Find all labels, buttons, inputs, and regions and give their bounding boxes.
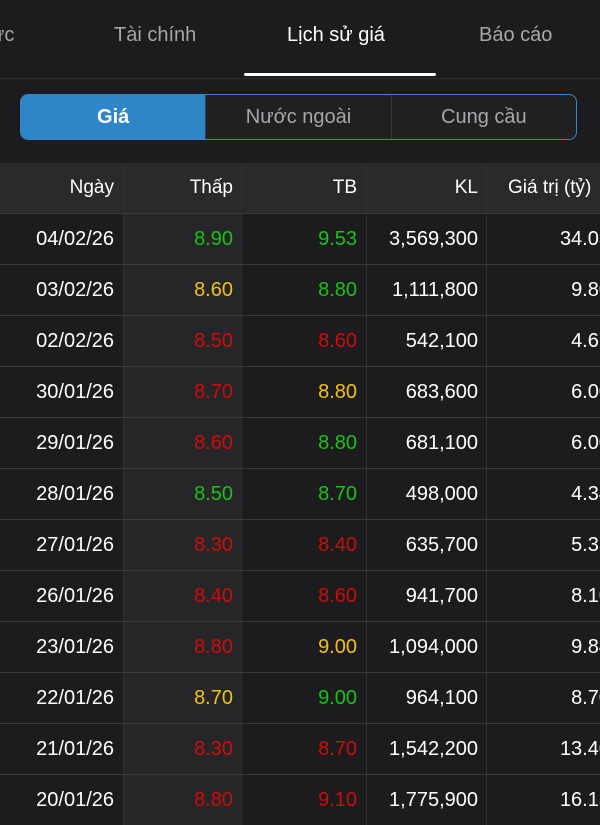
cell-average: 9.00 (318, 687, 357, 709)
cell-average: 8.80 (318, 432, 357, 454)
cell-low: 8.90 (123, 214, 242, 264)
segment-supply-demand[interactable]: Cung cầu (390, 95, 576, 139)
cell-average: 8.70 (318, 738, 357, 760)
cell-low: 8.80 (123, 622, 242, 672)
table-row[interactable]: 28/01/26 8.50 8.70 498,000 4.34 (0, 468, 600, 519)
cell-volume: 1,775,900 (366, 775, 487, 825)
column-header-average[interactable]: TB (243, 163, 365, 213)
cell-low: 8.60 (123, 418, 242, 468)
cell-date: 28/01/26 (36, 483, 114, 505)
table-row[interactable]: 02/02/26 8.50 8.60 542,100 4.67 (0, 315, 600, 366)
cell-average: 9.53 (318, 228, 357, 250)
cell-low: 8.60 (123, 265, 242, 315)
table-row[interactable]: 23/01/26 8.80 9.00 1,094,000 9.84 (0, 621, 600, 672)
active-tab-indicator (244, 73, 436, 76)
cell-low: 8.50 (123, 316, 242, 366)
cell-date: 29/01/26 (36, 432, 114, 454)
tab-reports[interactable]: Báo cáo (479, 24, 552, 54)
table-row[interactable]: 21/01/26 8.30 8.70 1,542,200 13.40 (0, 723, 600, 774)
table-body: 04/02/26 8.90 9.53 3,569,300 34.03 03/02/26 8.… (0, 213, 600, 825)
cell-value: 34.03 (559, 228, 600, 250)
cell-low: 8.80 (123, 775, 242, 825)
cell-average: 8.40 (318, 534, 357, 556)
cell-average: 8.70 (318, 483, 357, 505)
cell-date: 23/01/26 (36, 636, 114, 658)
segment-price[interactable]: Giá (21, 95, 206, 139)
cell-volume: 3,569,300 (366, 214, 487, 264)
cell-value: 6.00 (571, 381, 600, 403)
cell-date: 03/02/26 (36, 279, 114, 301)
cell-date: 22/01/26 (36, 687, 114, 709)
cell-low: 8.30 (123, 724, 242, 774)
cell-volume: 542,100 (366, 316, 487, 366)
cell-average: 9.10 (318, 789, 357, 811)
cell-value: 4.67 (571, 330, 600, 352)
cell-low: 8.50 (123, 469, 242, 519)
cell-low: 8.30 (123, 520, 242, 570)
cell-date: 20/01/26 (36, 789, 114, 811)
cell-value: 5.33 (571, 534, 600, 556)
cell-average: 9.00 (318, 636, 357, 658)
table-header: Ngày Thấp TB KL Giá trị (tỷ) (0, 163, 600, 213)
cell-volume: 1,111,800 (366, 265, 487, 315)
tab-overview[interactable]: ức (0, 24, 14, 54)
cell-volume: 635,700 (366, 520, 487, 570)
cell-low: 8.40 (123, 571, 242, 621)
table-row[interactable]: 29/01/26 8.60 8.80 681,100 6.00 (0, 417, 600, 468)
cell-volume: 683,600 (366, 367, 487, 417)
cell-low: 8.70 (123, 673, 242, 723)
cell-volume: 681,100 (366, 418, 487, 468)
cell-date: 04/02/26 (36, 228, 114, 250)
top-tab-bar: ức Tài chính Lịch sử giá Báo cáo (0, 0, 600, 79)
cell-low: 8.70 (123, 367, 242, 417)
cell-value: 9.80 (571, 279, 600, 301)
cell-volume: 498,000 (366, 469, 487, 519)
tab-price-history[interactable]: Lịch sử giá (287, 24, 385, 54)
cell-volume: 1,094,000 (366, 622, 487, 672)
cell-date: 30/01/26 (36, 381, 114, 403)
table-row[interactable]: 03/02/26 8.60 8.80 1,111,800 9.80 (0, 264, 600, 315)
cell-value: 8.70 (571, 687, 600, 709)
cell-date: 21/01/26 (36, 738, 114, 760)
cell-value: 6.00 (571, 432, 600, 454)
cell-average: 8.80 (318, 381, 357, 403)
cell-date: 26/01/26 (36, 585, 114, 607)
segmented-control: Giá Nước ngoài Cung cầu (20, 94, 577, 140)
column-header-volume[interactable]: KL (366, 163, 487, 213)
cell-volume: 1,542,200 (366, 724, 487, 774)
table-row[interactable]: 26/01/26 8.40 8.60 941,700 8.10 (0, 570, 600, 621)
cell-average: 8.60 (318, 330, 357, 352)
cell-date: 02/02/26 (36, 330, 114, 352)
column-header-date[interactable]: Ngày (0, 163, 122, 213)
tab-finance[interactable]: Tài chính (114, 24, 196, 54)
column-header-value[interactable]: Giá trị (tỷ) (488, 163, 600, 213)
cell-volume: 964,100 (366, 673, 487, 723)
segment-foreign[interactable]: Nước ngoài (205, 95, 390, 139)
cell-volume: 941,700 (366, 571, 487, 621)
table-row[interactable]: 30/01/26 8.70 8.80 683,600 6.00 (0, 366, 600, 417)
cell-value: 8.10 (571, 585, 600, 607)
table-row[interactable]: 22/01/26 8.70 9.00 964,100 8.70 (0, 672, 600, 723)
cell-value: 13.40 (559, 738, 600, 760)
column-header-low[interactable]: Thấp (123, 163, 242, 213)
cell-date: 27/01/26 (36, 534, 114, 556)
table-row[interactable]: 04/02/26 8.90 9.53 3,569,300 34.03 (0, 213, 600, 264)
cell-value: 16.13 (559, 789, 600, 811)
cell-average: 8.80 (318, 279, 357, 301)
table-row[interactable]: 27/01/26 8.30 8.40 635,700 5.33 (0, 519, 600, 570)
cell-value: 9.84 (571, 636, 600, 658)
cell-value: 4.34 (571, 483, 600, 505)
cell-average: 8.60 (318, 585, 357, 607)
price-history-table: Ngày Thấp TB KL Giá trị (tỷ) 04/02/26 8.9… (0, 163, 600, 825)
